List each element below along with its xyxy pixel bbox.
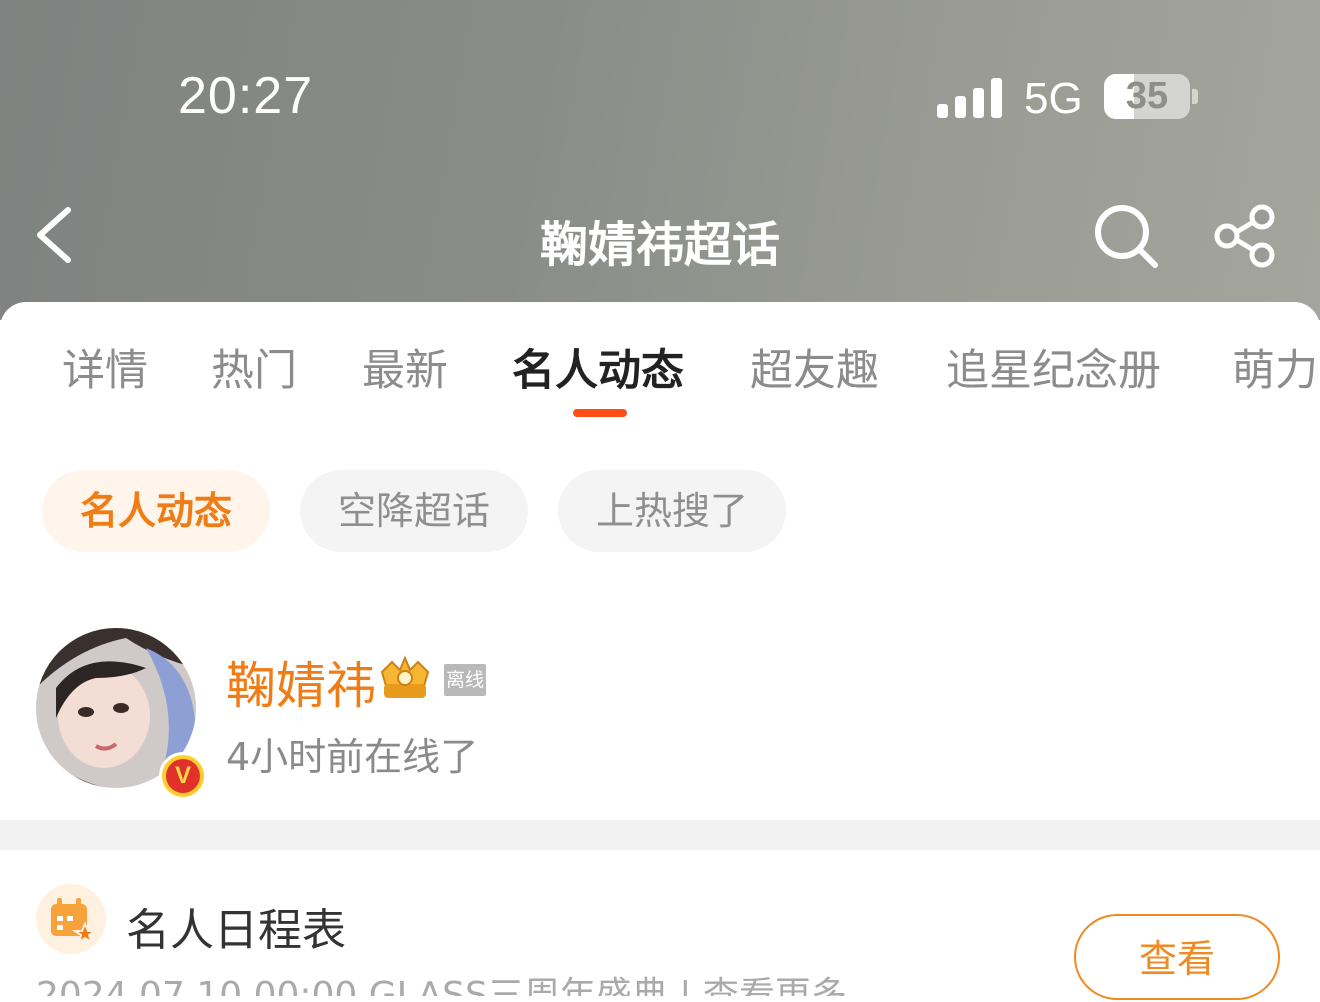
battery-level: 35 <box>1125 75 1169 117</box>
status-badge: 离线 <box>444 664 486 696</box>
signal-strength-icon <box>937 78 1003 118</box>
network-type: 5G <box>1024 74 1083 123</box>
header-background: 20:27 5G 35 鞠婧祎超话 <box>0 0 1320 320</box>
calendar-icon <box>36 884 106 954</box>
tab-super-friends[interactable]: 超友趣 <box>750 336 879 398</box>
schedule-subtitle[interactable]: 2024.07.10 00:00 GLASS三周年盛典 | 查看更多 <box>36 974 847 996</box>
battery-icon: 35 <box>1104 74 1190 119</box>
schedule-title: 名人日程表 <box>126 905 346 956</box>
verified-v-icon: V <box>166 759 200 793</box>
view-schedule-button[interactable]: 查看 <box>1074 914 1280 1000</box>
chip-trending[interactable]: 上热搜了 <box>558 470 786 552</box>
celebrity-name[interactable]: 鞠婧祎 <box>226 646 376 718</box>
tab-details[interactable]: 详情 <box>62 336 148 398</box>
last-online-text: 4小时前在线了 <box>226 735 479 779</box>
tab-star-album[interactable]: 追星纪念册 <box>946 336 1161 398</box>
tab-hot[interactable]: 热门 <box>211 336 297 398</box>
tab-latest[interactable]: 最新 <box>362 336 448 398</box>
status-time: 20:27 <box>178 67 314 125</box>
section-divider <box>0 820 1320 850</box>
active-tab-indicator <box>573 409 627 417</box>
chip-celebrity-updates[interactable]: 名人动态 <box>42 470 270 552</box>
share-button[interactable] <box>1212 204 1278 268</box>
battery-cap <box>1192 89 1198 104</box>
chip-airdrop[interactable]: 空降超话 <box>300 470 528 552</box>
search-icon <box>1095 205 1158 268</box>
tab-cute-power[interactable]: 萌力 <box>1232 336 1318 398</box>
tab-bar: 详情 热门 最新 名人动态 超友趣 追星纪念册 萌力 <box>0 302 1320 422</box>
verified-badge: V <box>159 752 207 800</box>
crown-badge-icon <box>376 654 434 704</box>
tab-celebrity-updates[interactable]: 名人动态 <box>512 336 684 398</box>
search-button[interactable] <box>1092 202 1160 270</box>
content-sheet: 详情 热门 最新 名人动态 超友趣 追星纪念册 萌力 名人动态 空降超话 上热搜… <box>0 302 1320 1002</box>
share-icon <box>1214 204 1275 268</box>
